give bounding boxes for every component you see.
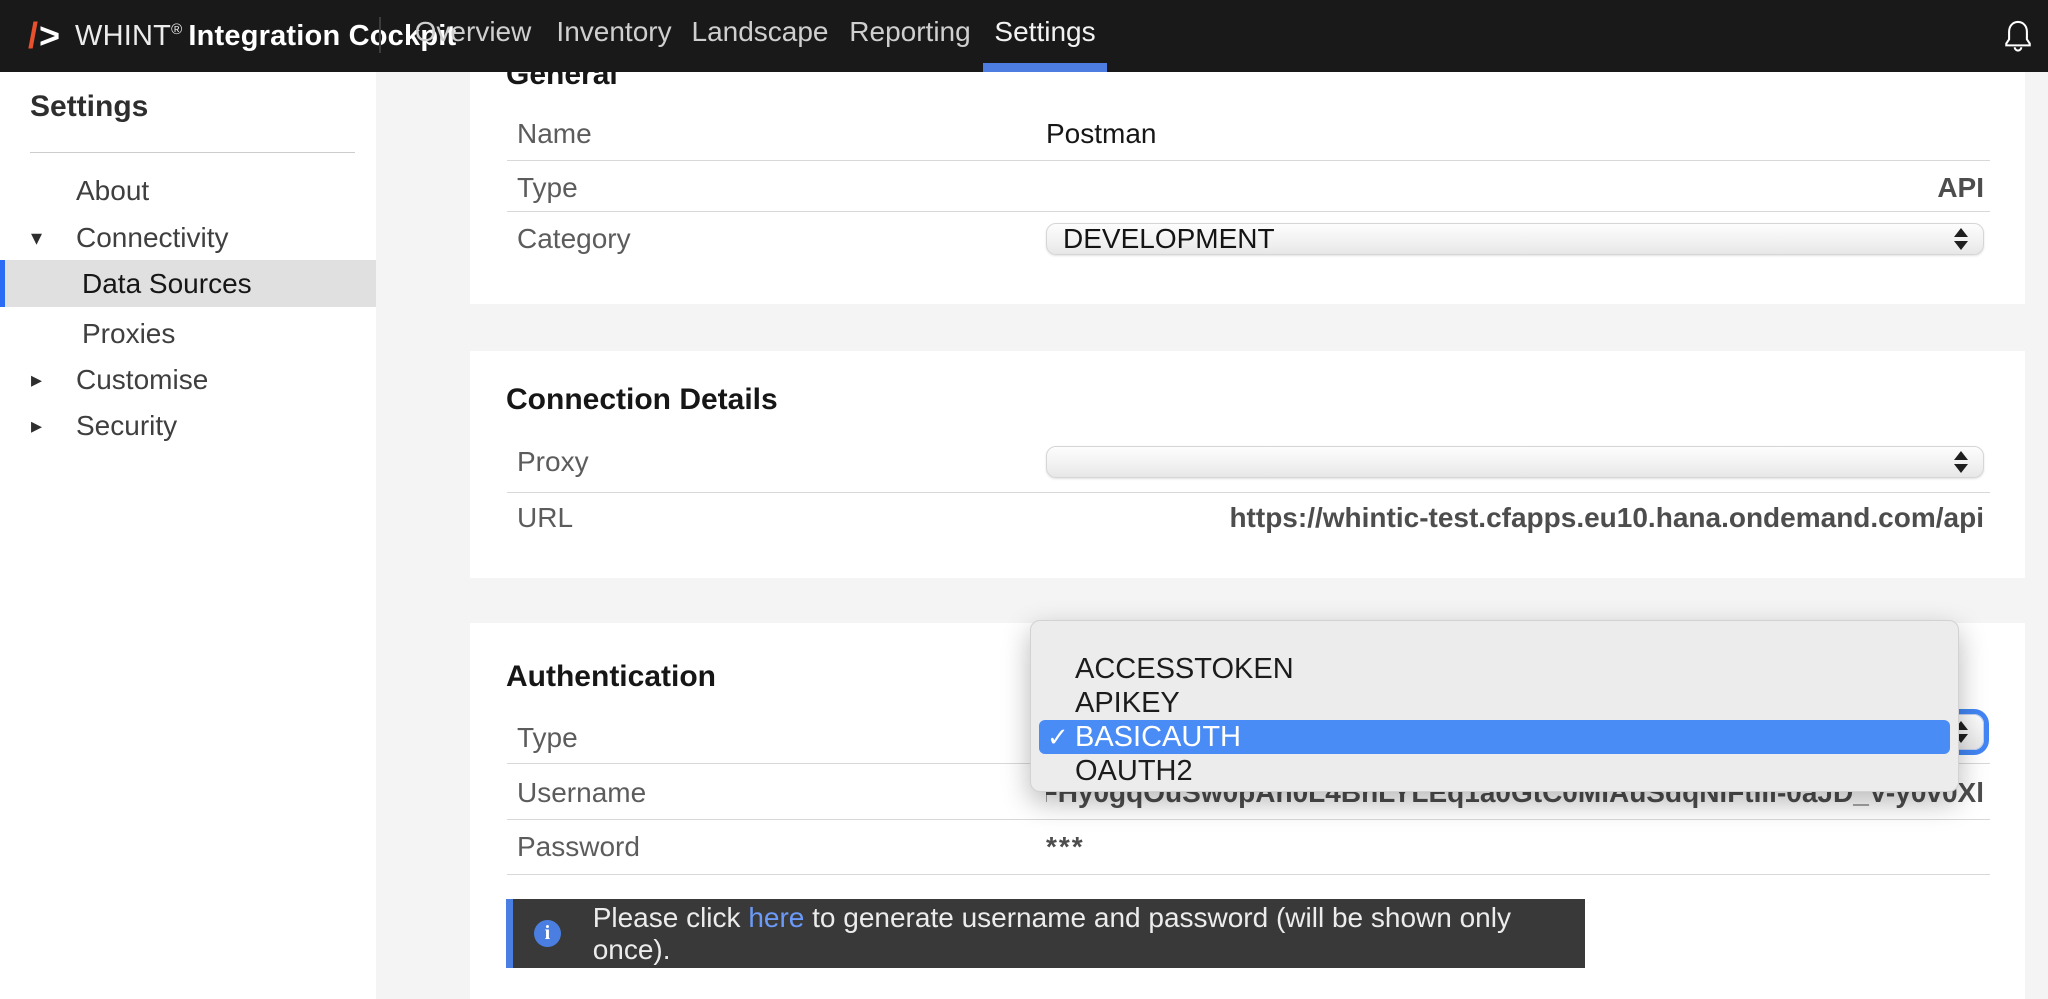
generate-credentials-link[interactable]: here: [748, 902, 804, 933]
sidebar-divider: [30, 152, 355, 153]
row-divider: [507, 874, 1990, 875]
category-select[interactable]: DEVELOPMENT: [1046, 223, 1984, 255]
sidebar-item-label: Security: [76, 410, 177, 442]
type-label: Type: [517, 171, 578, 205]
dropdown-option-label: APIKEY: [1075, 687, 1180, 720]
logo-code-icon: />: [28, 15, 61, 57]
tab-settings[interactable]: Settings: [994, 0, 1095, 63]
row-divider: [507, 492, 1990, 493]
sidebar-item-label: Customise: [76, 364, 208, 396]
top-nav-bar: /> WHINT®Integration Cockpit Overview In…: [0, 0, 2048, 72]
category-select-value: DEVELOPMENT: [1063, 223, 1275, 255]
banner-text: Please click here to generate username a…: [593, 902, 1585, 966]
tab-overview[interactable]: Overview: [415, 0, 532, 63]
proxy-label: Proxy: [517, 445, 589, 479]
dropdown-option-label: BASICAUTH: [1075, 721, 1241, 754]
dropdown-option-apikey[interactable]: APIKEY: [1039, 686, 1950, 720]
sidebar-item-label: Data Sources: [82, 268, 252, 300]
chevron-right-icon[interactable]: ▸: [31, 413, 61, 439]
tab-landscape[interactable]: Landscape: [691, 0, 828, 63]
banner-text-before: Please click: [593, 902, 749, 933]
connection-details-section: Connection Details Proxy URL https://whi…: [470, 351, 2025, 578]
url-value: https://whintic-test.cfapps.eu10.hana.on…: [1046, 501, 1984, 535]
row-divider: [507, 211, 1990, 212]
auth-type-label: Type: [517, 721, 578, 755]
dropdown-option-accesstoken[interactable]: ACCESSTOKEN: [1039, 652, 1950, 686]
sidebar-item-connectivity[interactable]: ▾ Connectivity: [0, 214, 376, 261]
info-icon: i: [534, 920, 561, 947]
auth-type-dropdown-menu: ACCESSTOKEN APIKEY ✓ BASICAUTH OAUTH2: [1030, 620, 1959, 792]
chevron-down-icon[interactable]: ▾: [31, 225, 61, 251]
row-divider: [507, 160, 1990, 161]
dropdown-option-basicauth[interactable]: ✓ BASICAUTH: [1039, 720, 1950, 754]
tab-reporting[interactable]: Reporting: [849, 0, 970, 63]
brand-name: WHINT: [75, 20, 171, 52]
name-label: Name: [517, 117, 592, 151]
sidebar-item-customise[interactable]: ▸ Customise: [0, 356, 376, 403]
type-value: API: [1046, 171, 1984, 205]
app-logo[interactable]: /> WHINT®Integration Cockpit: [28, 0, 456, 72]
header-divider: [379, 17, 381, 53]
logo-slash: /: [28, 15, 39, 56]
select-spinner-icon: [1954, 228, 1968, 250]
sidebar-item-data-sources[interactable]: Data Sources: [0, 260, 376, 307]
sidebar-item-label: Proxies: [82, 318, 175, 350]
selected-indicator: [0, 260, 5, 307]
section-title-connection-details: Connection Details: [506, 383, 778, 417]
dropdown-option-oauth2[interactable]: OAUTH2: [1039, 754, 1950, 788]
dropdown-option-label: OAUTH2: [1075, 755, 1193, 788]
app-title: WHINT®Integration Cockpit: [75, 20, 456, 53]
chevron-right-icon[interactable]: ▸: [31, 367, 61, 393]
section-title-authentication: Authentication: [506, 660, 716, 694]
name-value: Postman: [1046, 117, 1984, 151]
sidebar-title: Settings: [30, 90, 148, 124]
sidebar-item-security[interactable]: ▸ Security: [0, 402, 376, 449]
select-spinner-icon: [1954, 451, 1968, 473]
settings-sidebar: Settings About ▾ Connectivity Data Sourc…: [0, 72, 376, 999]
registered-mark: ®: [171, 21, 182, 38]
row-divider: [507, 819, 1990, 820]
username-label: Username: [517, 776, 646, 810]
password-label: Password: [517, 830, 640, 864]
dropdown-option-label: ACCESSTOKEN: [1075, 653, 1294, 686]
notifications-bell-icon[interactable]: [2003, 18, 2033, 54]
sidebar-item-about[interactable]: About: [0, 167, 376, 214]
tab-inventory[interactable]: Inventory: [556, 0, 671, 63]
category-label: Category: [517, 222, 631, 256]
sidebar-item-label: Connectivity: [76, 222, 229, 254]
url-label: URL: [517, 501, 573, 535]
sidebar-item-label: About: [76, 175, 149, 207]
sidebar-item-proxies[interactable]: Proxies: [0, 310, 376, 357]
app-root: /> WHINT®Integration Cockpit Overview In…: [0, 0, 2048, 999]
password-value: ***: [1046, 830, 1984, 864]
info-banner: i Please click here to generate username…: [506, 899, 1585, 968]
checkmark-icon: ✓: [1047, 722, 1075, 753]
proxy-select[interactable]: [1046, 446, 1984, 478]
logo-chevron: >: [39, 15, 61, 56]
active-tab-indicator: [983, 63, 1107, 72]
